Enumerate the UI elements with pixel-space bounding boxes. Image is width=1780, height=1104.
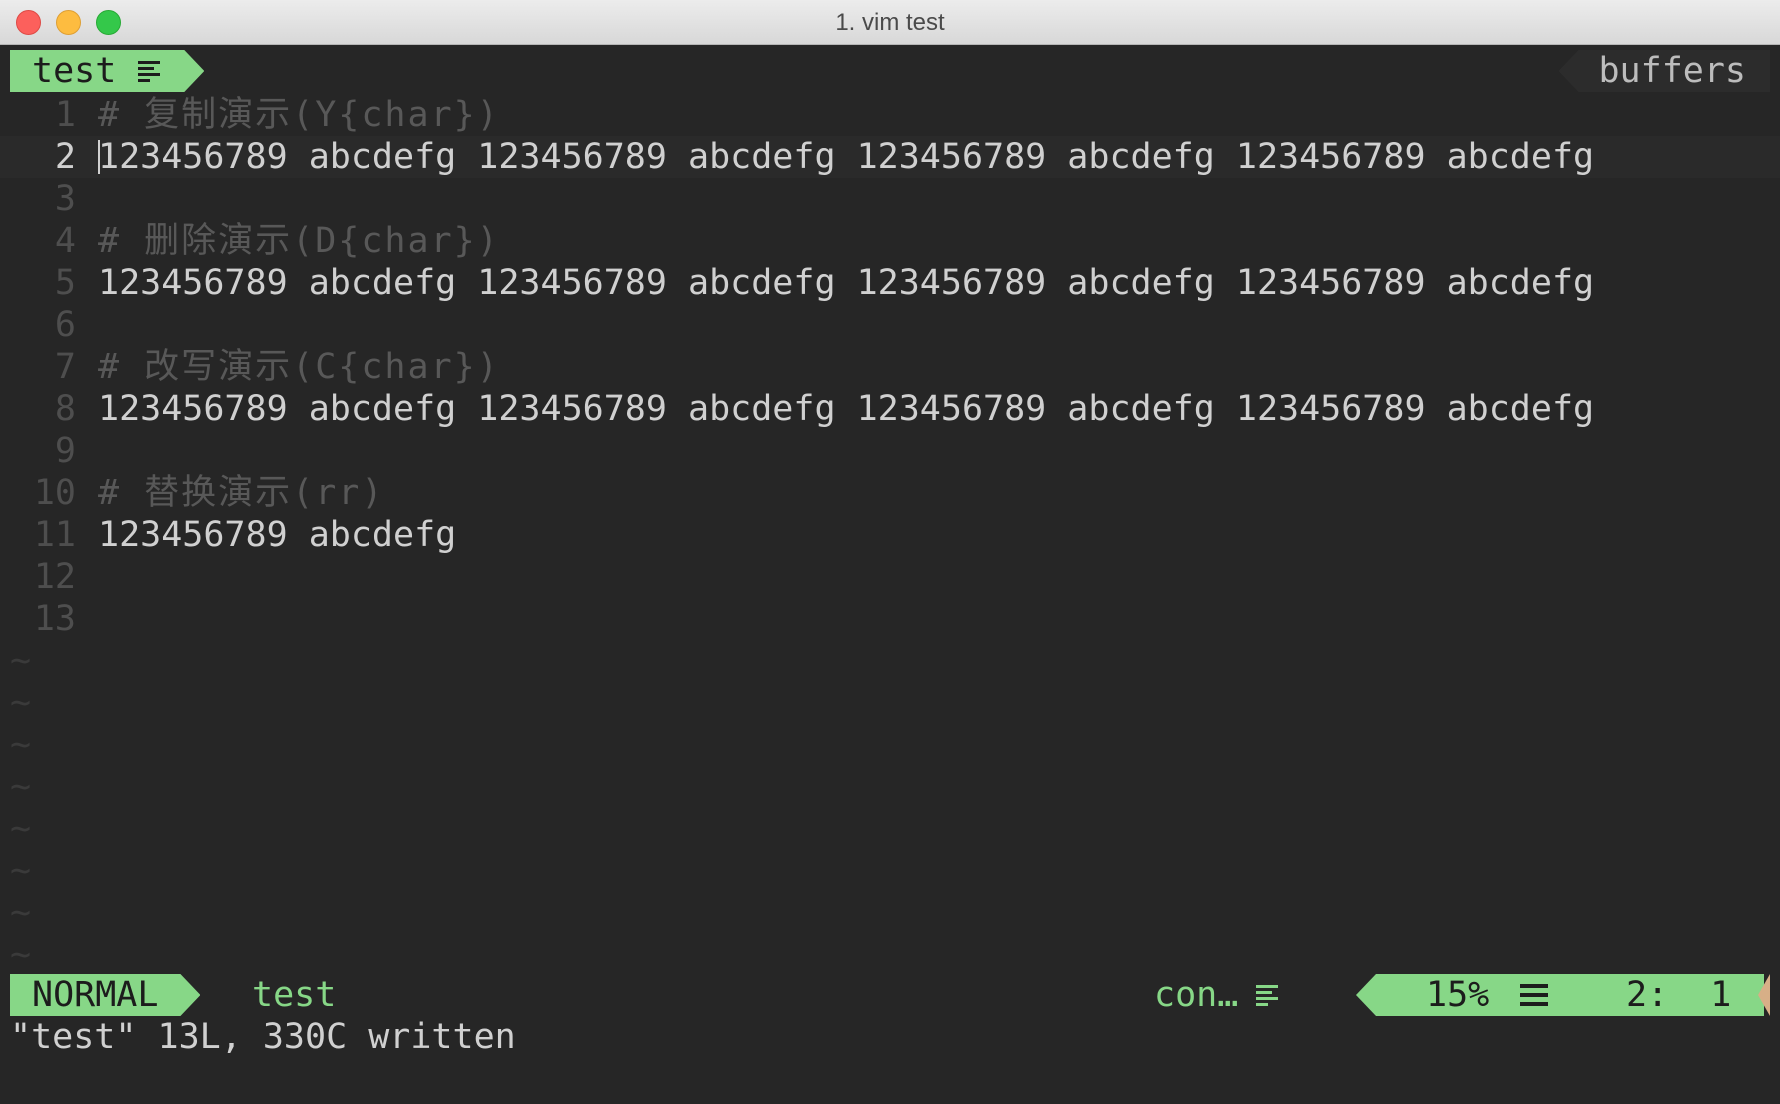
tabline: test buffers: [10, 50, 1770, 92]
line-number: 13: [33, 599, 76, 639]
empty-line-marker: ~: [10, 725, 32, 765]
line-text: 123456789 abcdefg 123456789 abcdefg 1234…: [98, 263, 1595, 303]
empty-line-marker: ~: [10, 809, 32, 849]
buffer-line[interactable]: 6: [0, 304, 1780, 346]
line-number: 6: [54, 305, 76, 345]
line-text: 123456789 abcdefg 123456789 abcdefg 1234…: [98, 137, 1595, 177]
empty-line-marker: ~: [10, 683, 32, 723]
buffer-line[interactable]: 11 123456789 abcdefg: [0, 514, 1780, 556]
buffer-line[interactable]: 12: [0, 556, 1780, 598]
status-filetype: con…: [1154, 974, 1279, 1016]
command-line[interactable]: "test" 13L, 330C written: [10, 1016, 516, 1058]
buffer-line[interactable]: 4 # 删除演示(D{char}): [0, 220, 1780, 262]
status-cursor-position: 2: 1: [1626, 975, 1732, 1015]
line-number: 7: [54, 347, 76, 387]
comment-text: # 复制演示(Y{char}): [98, 95, 500, 135]
empty-line-marker: ~: [10, 767, 32, 807]
tab-label: test: [32, 51, 117, 91]
status-filetype-label: con…: [1154, 975, 1239, 1015]
comment-text: # 删除演示(D{char}): [98, 221, 500, 261]
line-number: 5: [54, 263, 76, 303]
line-text: 123456789 abcdefg: [98, 515, 457, 555]
window-title: 1. vim test: [835, 9, 945, 36]
filetype-text-icon: [138, 61, 160, 83]
buffer-line[interactable]: 13: [0, 598, 1780, 640]
status-filename: test: [252, 975, 337, 1015]
text-cursor: [98, 140, 100, 174]
empty-line-marker: ~: [10, 641, 32, 681]
empty-line-marker: ~: [10, 893, 32, 933]
line-count-icon: [1520, 984, 1548, 1006]
buffer-line[interactable]: 10 # 替换演示(rr): [0, 472, 1780, 514]
buffers-indicator: buffers: [1558, 50, 1770, 92]
line-number: 2: [54, 137, 76, 177]
comment-text: # 改写演示(C{char}): [98, 347, 500, 387]
line-number: 3: [54, 179, 76, 219]
filetype-text-icon: [1256, 985, 1279, 1007]
line-number: 1: [54, 95, 76, 135]
empty-line-marker: ~: [10, 851, 32, 891]
buffer-line[interactable]: 2 123456789 abcdefg 123456789 abcdefg 123…: [0, 136, 1780, 178]
vim-editor[interactable]: test buffers 1 # 复制演示(Y{char}) 2 123456789 …: [0, 46, 1780, 1104]
buffer-line[interactable]: 7 # 改写演示(C{char}): [0, 346, 1780, 388]
status-position-section: 15% 2: 1: [1356, 974, 1764, 1016]
line-number: 12: [33, 557, 76, 597]
text-buffer[interactable]: 1 # 复制演示(Y{char}) 2 123456789 abcdefg 12345…: [0, 94, 1780, 976]
statusline: NORMAL test con… 15% 2: 1: [10, 974, 1770, 1016]
buffer-line[interactable]: 1 # 复制演示(Y{char}): [0, 94, 1780, 136]
comment-text: # 替换演示(rr): [98, 473, 385, 513]
buffer-line[interactable]: 8 123456789 abcdefg 123456789 abcdefg 123…: [0, 388, 1780, 430]
buffer-line[interactable]: 5 123456789 abcdefg 123456789 abcdefg 123…: [0, 262, 1780, 304]
line-number: 8: [54, 389, 76, 429]
buffer-line[interactable]: 9: [0, 430, 1780, 472]
line-number: 9: [54, 431, 76, 471]
line-number: 4: [54, 221, 76, 261]
line-number: 10: [33, 473, 76, 513]
title-bar: 1. vim test: [0, 0, 1780, 45]
line-number: 11: [33, 515, 76, 555]
tab-test[interactable]: test: [10, 50, 204, 92]
mode-indicator: NORMAL: [10, 974, 200, 1016]
terminal-window: 1. vim test test buffers 1 # 复制演示(Y{char}…: [0, 0, 1780, 1104]
buffer-line[interactable]: 3: [0, 178, 1780, 220]
empty-line-marker: ~: [10, 935, 32, 975]
line-text: 123456789 abcdefg 123456789 abcdefg 1234…: [98, 389, 1595, 429]
status-percent: 15%: [1426, 975, 1490, 1015]
